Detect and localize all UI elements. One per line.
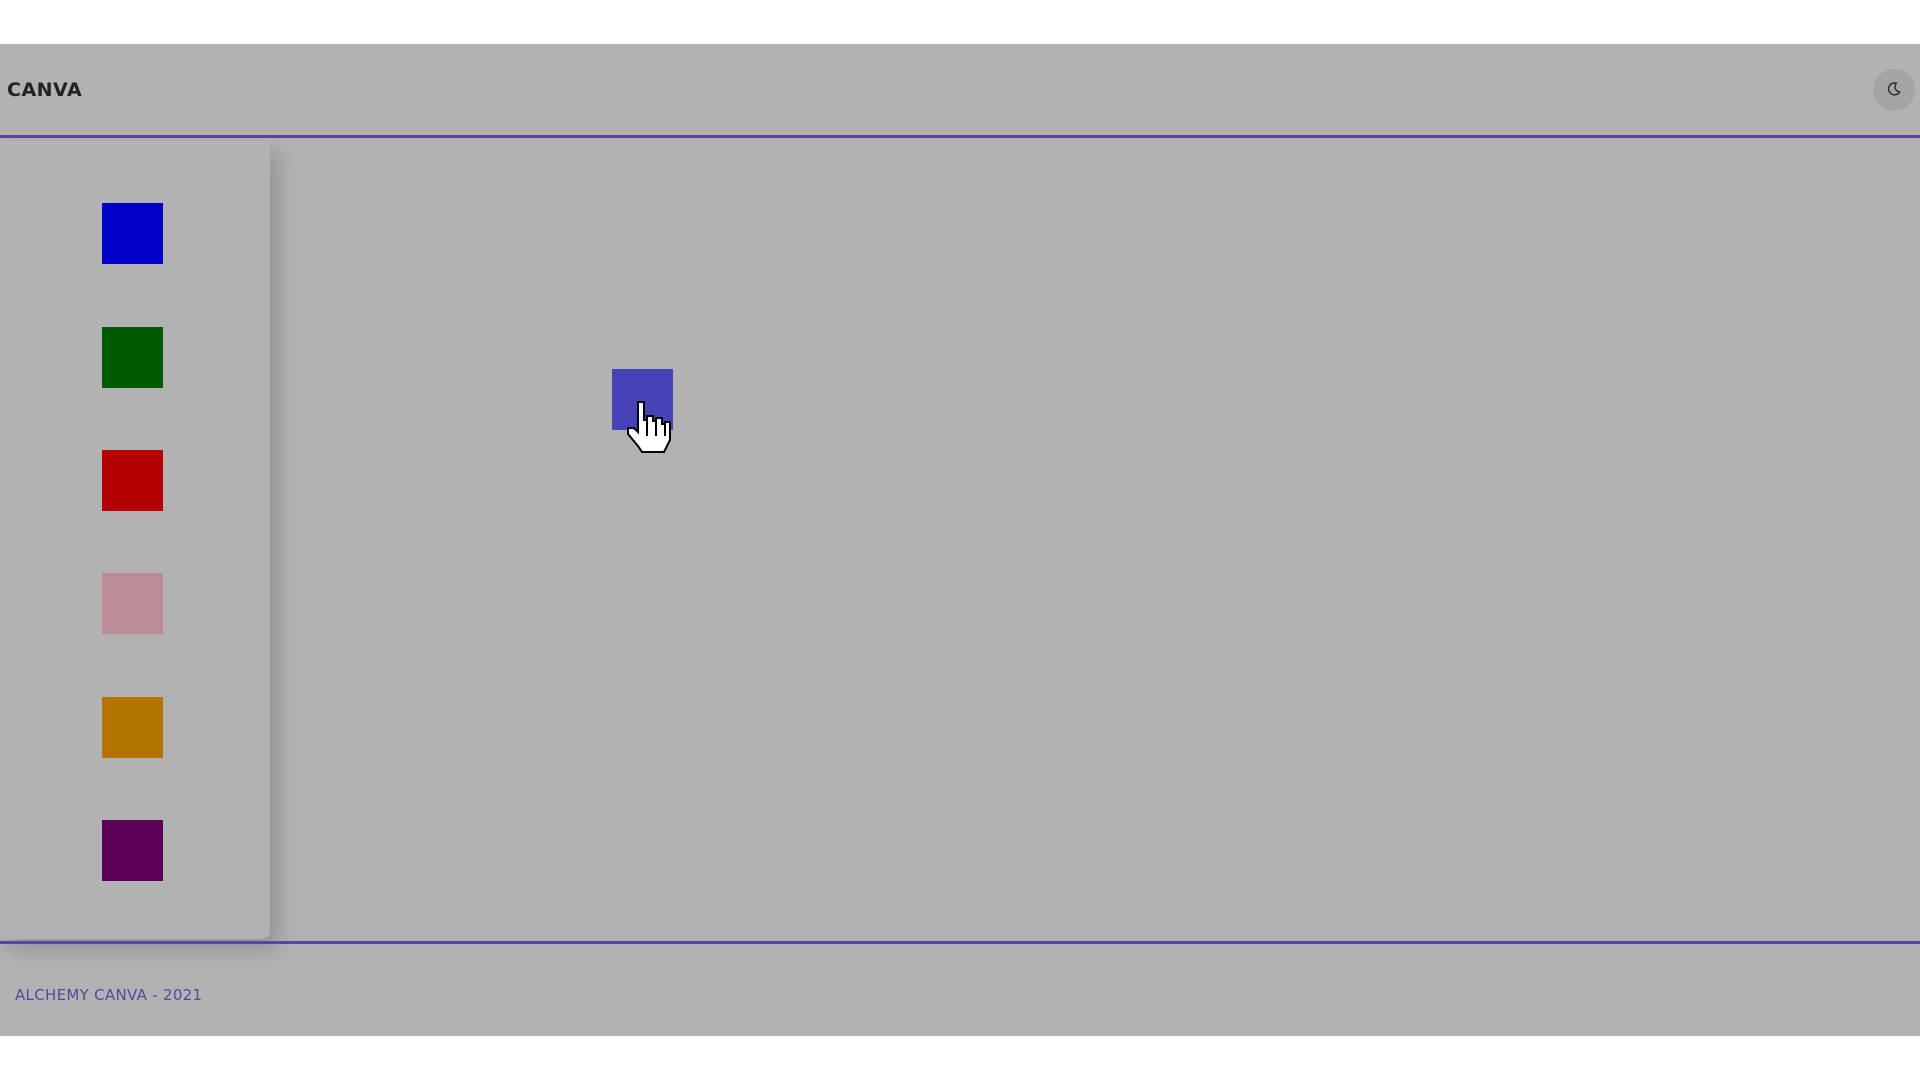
swatch-orange[interactable] (102, 697, 163, 758)
footer-copyright: ALCHEMY CANVA - 2021 (15, 986, 203, 1004)
app-window: CANVA ALCHEMY CANVA - 2021 (0, 44, 1920, 1036)
swatch-purple[interactable] (102, 820, 163, 881)
app-title: CANVA (7, 79, 83, 101)
moon-icon (1886, 81, 1902, 100)
footer-divider (0, 941, 1920, 944)
theme-toggle-button[interactable] (1873, 69, 1915, 111)
placed-square[interactable] (612, 369, 673, 430)
header: CANVA (0, 44, 1920, 138)
swatch-red[interactable] (102, 450, 163, 511)
swatch-blue[interactable] (102, 203, 163, 264)
swatch-green[interactable] (102, 327, 163, 388)
color-palette-sidebar (0, 141, 270, 939)
swatch-pink[interactable] (102, 573, 163, 634)
drawing-canvas[interactable] (270, 141, 1920, 938)
